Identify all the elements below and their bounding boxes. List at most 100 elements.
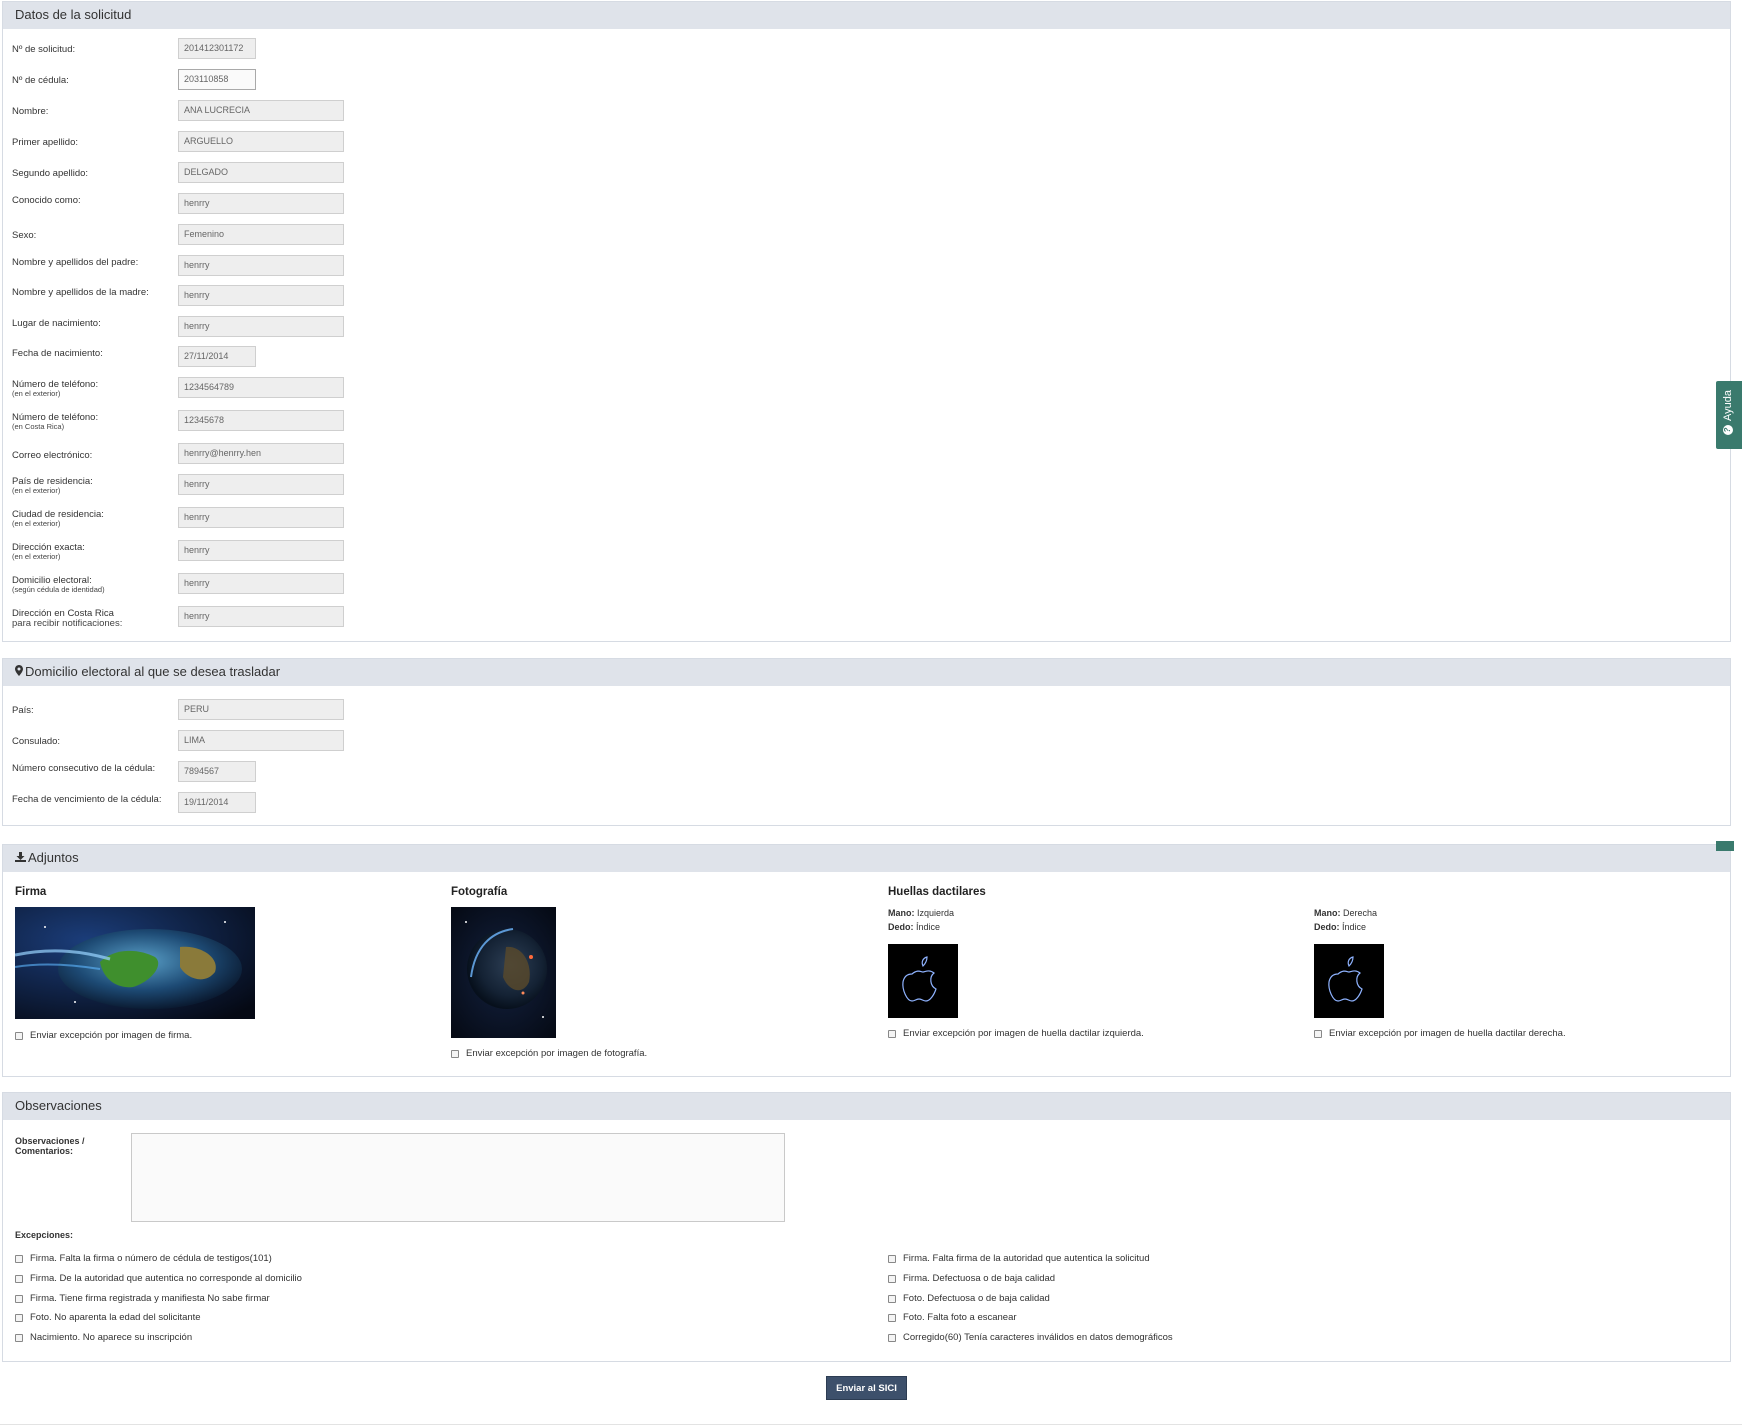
field-sexo: Femenino [178, 224, 344, 245]
apple-logo-icon [1328, 956, 1363, 1002]
ayuda-tab[interactable]: ? Ayuda [1716, 381, 1742, 449]
firma-exception-checkbox[interactable]: Enviar excepción por imagen de firma. [15, 1030, 192, 1041]
checkbox-box[interactable] [1314, 1029, 1322, 1038]
map-marker-icon [15, 664, 23, 680]
checkbox-label: Enviar excepción por imagen de fotografí… [466, 1048, 648, 1059]
checkbox-box[interactable] [15, 1274, 23, 1283]
panel-adjuntos: Adjuntos [2, 844, 1731, 1077]
field-padre: henrry [178, 255, 344, 276]
checkbox-box[interactable] [888, 1029, 896, 1038]
field-ciudad-residencia: henrry [178, 507, 344, 528]
label-telefono-cr: Número de teléfono: (en Costa Rica) [12, 413, 98, 431]
checkbox-box[interactable] [888, 1254, 896, 1263]
excepcion-checkbox[interactable]: Firma. Falta firma de la autoridad que a… [888, 1253, 1150, 1264]
huella-izquierda-meta: Mano: Izquierda Dedo: Índice [888, 906, 954, 934]
field-label: Nº de cédula: [12, 75, 69, 86]
field-num-solicitud: 201412301172 [178, 38, 256, 59]
label-madre: Nombre y apellidos de la madre: [12, 288, 149, 298]
label-direccion-cr: Dirección en Costa Rica para recibir noti… [12, 609, 122, 629]
panel-observaciones: Observaciones Observaciones / Comentario… [2, 1092, 1731, 1362]
field-label: Nombre: [12, 106, 49, 117]
label-sexo: Sexo: [12, 231, 36, 241]
label-nombre: Nombre: [12, 107, 48, 117]
checkbox-label: Foto. Falta foto a escanear [903, 1312, 1017, 1323]
excepcion-checkbox[interactable]: Foto. Falta foto a escanear [888, 1312, 1017, 1323]
panel-title-text: Domicilio electoral al que se desea tras… [25, 664, 281, 679]
label-direccion-exacta: Dirección exacta: (en el exterior) [12, 543, 85, 561]
panel-title-observaciones: Observaciones [3, 1093, 1730, 1120]
field-label: Nombre y apellidos de la madre: [12, 287, 149, 298]
checkbox-box[interactable] [888, 1274, 896, 1283]
checkbox-box[interactable] [15, 1031, 23, 1040]
checkbox-box[interactable] [15, 1254, 23, 1263]
field-pais-residencia: henrry [178, 474, 344, 495]
field-label: Consulado: [12, 736, 61, 747]
excepciones-label: Excepciones: [15, 1230, 74, 1240]
excepcion-checkbox[interactable]: Firma. Tiene firma registrada y manifies… [15, 1293, 270, 1304]
field-madre: henrry [178, 285, 344, 306]
checkbox-box[interactable] [888, 1313, 896, 1322]
field-lugar-nacimiento: henrry [178, 316, 344, 337]
checkbox-label: Corregido(60) Tenía caracteres inválidos… [903, 1332, 1173, 1343]
checkbox-box[interactable] [451, 1049, 459, 1058]
field-label: Fecha de nacimiento: [12, 348, 103, 359]
label-padre: Nombre y apellidos del padre: [12, 258, 138, 268]
foto-exception-checkbox[interactable]: Enviar excepción por imagen de fotografí… [451, 1048, 647, 1059]
excepcion-checkbox[interactable]: Firma. Falta la firma o número de cédula… [15, 1253, 272, 1264]
field-telefono-cr: 12345678 [178, 410, 344, 431]
excepcion-checkbox[interactable]: Foto. No aparenta la edad del solicitant… [15, 1312, 201, 1323]
field-label: Fecha de vencimiento de la cédula: [12, 794, 162, 805]
field-direccion-cr: henrry [178, 606, 344, 627]
field-telefono-exterior: 1234564789 [178, 377, 344, 398]
excepcion-checkbox[interactable]: Firma. De la autoridad que autentica no … [15, 1273, 302, 1284]
enviar-sici-button[interactable]: Enviar al SICI [826, 1376, 907, 1400]
mano-value: Derecha [1343, 908, 1378, 918]
dedo-value: Índice [916, 922, 941, 932]
side-mini-tab[interactable] [1716, 841, 1734, 851]
label-line: Comentarios: [15, 1146, 74, 1156]
checkbox-label: Firma. Tiene firma registrada y manifies… [30, 1293, 270, 1304]
field-conocido-como: henrry [178, 193, 344, 214]
question-circle-icon: ? [1723, 425, 1733, 435]
field-label: Primer apellido: [12, 137, 78, 148]
field-label: País: [12, 705, 34, 716]
label-num-solicitud: Nº de solicitud: [12, 45, 75, 55]
field-label: Nombre y apellidos del padre: [12, 257, 139, 268]
excepcion-checkbox[interactable]: Corregido(60) Tenía caracteres inválidos… [888, 1332, 1173, 1343]
huella-izquierda-image [888, 944, 958, 1018]
foto-image [451, 907, 556, 1038]
excepcion-checkbox[interactable]: Nacimiento. No aparece su inscripción [15, 1332, 192, 1343]
label-consecutivo-cedula: Número consecutivo de la cédula: [12, 764, 155, 774]
checkbox-box[interactable] [15, 1294, 23, 1303]
checkbox-box[interactable] [888, 1333, 896, 1342]
checkbox-label: Foto. Defectuosa o de baja calidad [903, 1293, 1050, 1304]
label-primer-apellido: Primer apellido: [12, 138, 78, 148]
field-fecha-nacimiento: 27/11/2014 [178, 346, 256, 367]
excepcion-checkbox[interactable]: Firma. Defectuosa o de baja calidad [888, 1273, 1055, 1284]
label-ciudad-residencia: Ciudad de residencia: (en el exterior) [12, 510, 104, 528]
label-pais-residencia: País de residencia: (en el exterior) [12, 477, 93, 495]
label-num-cedula: Nº de cédula: [12, 76, 69, 86]
ayuda-tab-content: ? Ayuda [1722, 390, 1734, 435]
checkbox-label: Firma. Defectuosa o de baja calidad [903, 1273, 1056, 1284]
checkbox-label: Foto. No aparenta la edad del solicitant… [30, 1312, 201, 1323]
excepcion-checkbox[interactable]: Foto. Defectuosa o de baja calidad [888, 1293, 1050, 1304]
checkbox-label: Enviar excepción por imagen de huella da… [1329, 1028, 1566, 1039]
checkbox-box[interactable] [888, 1294, 896, 1303]
label-correo: Correo electrónico: [12, 451, 92, 461]
checkbox-label: Firma. Falta firma de la autoridad que a… [903, 1253, 1150, 1264]
field-pais: PERU [178, 699, 344, 720]
field-num-cedula[interactable]: 203110858 [178, 69, 256, 90]
huella-derecha-meta: Mano: Derecha Dedo: Índice [1314, 906, 1377, 934]
checkbox-box[interactable] [15, 1333, 23, 1342]
huella-izquierda-exception-checkbox[interactable]: Enviar excepción por imagen de huella da… [888, 1028, 1144, 1039]
checkbox-box[interactable] [15, 1313, 23, 1322]
huella-derecha-exception-checkbox[interactable]: Enviar excepción por imagen de huella da… [1314, 1028, 1566, 1039]
observaciones-textarea[interactable] [131, 1133, 785, 1222]
panel-title-text: Adjuntos [28, 850, 79, 865]
dedo-value: Índice [1342, 922, 1367, 932]
field-label: Correo electrónico: [12, 450, 93, 461]
firma-title: Firma [15, 886, 47, 898]
field-label: Número consecutivo de la cédula: [12, 763, 156, 774]
observaciones-label: Observaciones / Comentarios: [15, 1136, 85, 1156]
